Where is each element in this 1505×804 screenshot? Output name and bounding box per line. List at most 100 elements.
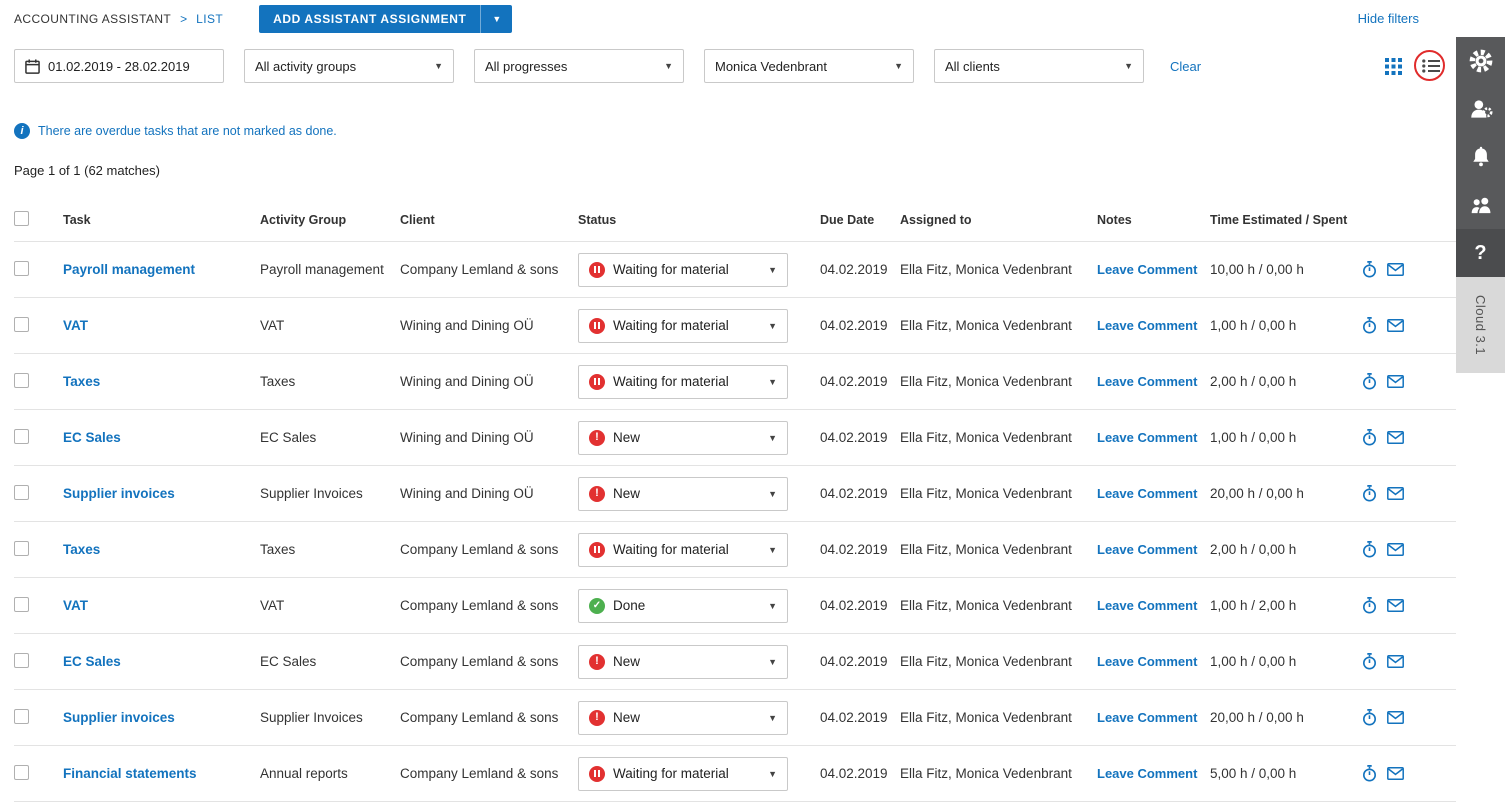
status-dropdown[interactable]: Waiting for material ▼: [578, 533, 788, 567]
status-icon: [589, 598, 605, 614]
mail-icon[interactable]: [1387, 655, 1404, 668]
notifications-bell-icon[interactable]: [1456, 133, 1505, 181]
task-link[interactable]: EC Sales: [63, 654, 121, 669]
table-row: EC Sales EC Sales Company Lemland & sons…: [14, 634, 1456, 690]
timer-icon[interactable]: [1362, 709, 1377, 726]
chevron-down-icon: ▼: [664, 61, 673, 71]
cloud-version-tab[interactable]: Cloud 3.1: [1456, 277, 1505, 373]
row-checkbox[interactable]: [14, 261, 29, 276]
status-icon: [589, 262, 605, 278]
hide-filters-link[interactable]: Hide filters: [1358, 11, 1419, 26]
leave-comment-link[interactable]: Leave Comment: [1097, 262, 1197, 277]
progress-filter[interactable]: All progresses ▼: [474, 49, 684, 83]
mail-icon[interactable]: [1387, 263, 1404, 276]
status-dropdown[interactable]: Waiting for material ▼: [578, 365, 788, 399]
timer-icon[interactable]: [1362, 373, 1377, 390]
breadcrumb-list[interactable]: LIST: [196, 12, 223, 26]
leave-comment-link[interactable]: Leave Comment: [1097, 486, 1197, 501]
mail-icon[interactable]: [1387, 599, 1404, 612]
leave-comment-link[interactable]: Leave Comment: [1097, 430, 1197, 445]
timer-icon[interactable]: [1362, 317, 1377, 334]
task-link[interactable]: EC Sales: [63, 430, 121, 445]
status-label: New: [613, 486, 640, 501]
time-estimated-spent-value: 20,00 h / 0,00 h: [1210, 710, 1362, 725]
task-link[interactable]: Taxes: [63, 542, 100, 557]
status-dropdown[interactable]: Waiting for material ▼: [578, 757, 788, 791]
client-filter[interactable]: All clients ▼: [934, 49, 1144, 83]
status-dropdown[interactable]: Done ▼: [578, 589, 788, 623]
status-icon: [589, 318, 605, 334]
grid-view-icon[interactable]: [1382, 55, 1404, 77]
status-dropdown[interactable]: New ▼: [578, 645, 788, 679]
due-date-value: 04.02.2019: [820, 654, 900, 669]
select-all-checkbox[interactable]: [14, 211, 29, 226]
row-checkbox[interactable]: [14, 373, 29, 388]
assigned-to-value: Ella Fitz, Monica Vedenbrant: [900, 766, 1097, 781]
timer-icon[interactable]: [1362, 485, 1377, 502]
task-link[interactable]: VAT: [63, 598, 88, 613]
client-filter-value: All clients: [945, 59, 1000, 74]
settings-gear-icon[interactable]: [1456, 37, 1505, 85]
mail-icon[interactable]: [1387, 767, 1404, 780]
clients-people-icon[interactable]: [1456, 181, 1505, 229]
leave-comment-link[interactable]: Leave Comment: [1097, 374, 1197, 389]
row-checkbox[interactable]: [14, 765, 29, 780]
clear-filters-link[interactable]: Clear: [1170, 59, 1201, 74]
activity-group-value: Taxes: [260, 374, 400, 389]
row-checkbox[interactable]: [14, 317, 29, 332]
add-assignment-dropdown-caret-icon[interactable]: ▼: [480, 5, 512, 33]
timer-icon[interactable]: [1362, 429, 1377, 446]
leave-comment-link[interactable]: Leave Comment: [1097, 542, 1197, 557]
assignee-filter[interactable]: Monica Vedenbrant ▼: [704, 49, 914, 83]
table-row: Financial statements Annual reports Comp…: [14, 746, 1456, 802]
timer-icon[interactable]: [1362, 541, 1377, 558]
activity-group-value: Supplier Invoices: [260, 486, 400, 501]
activity-group-filter[interactable]: All activity groups ▼: [244, 49, 454, 83]
client-value: Company Lemland & sons: [400, 710, 578, 725]
assigned-to-value: Ella Fitz, Monica Vedenbrant: [900, 710, 1097, 725]
timer-icon[interactable]: [1362, 261, 1377, 278]
row-checkbox[interactable]: [14, 541, 29, 556]
date-range-input[interactable]: 01.02.2019 - 28.02.2019: [14, 49, 224, 83]
mail-icon[interactable]: [1387, 711, 1404, 724]
status-dropdown[interactable]: Waiting for material ▼: [578, 253, 788, 287]
row-checkbox[interactable]: [14, 653, 29, 668]
leave-comment-link[interactable]: Leave Comment: [1097, 710, 1197, 725]
mail-icon[interactable]: [1387, 431, 1404, 444]
task-link[interactable]: Taxes: [63, 374, 100, 389]
user-settings-icon[interactable]: [1456, 85, 1505, 133]
status-dropdown[interactable]: Waiting for material ▼: [578, 309, 788, 343]
add-assistant-assignment-button[interactable]: ADD ASSISTANT ASSIGNMENT ▼: [259, 5, 512, 33]
timer-icon[interactable]: [1362, 597, 1377, 614]
mail-icon[interactable]: [1387, 487, 1404, 500]
list-view-icon[interactable]: [1420, 55, 1442, 77]
time-estimated-spent-value: 1,00 h / 0,00 h: [1210, 318, 1362, 333]
leave-comment-link[interactable]: Leave Comment: [1097, 766, 1197, 781]
task-link[interactable]: Financial statements: [63, 766, 197, 781]
status-dropdown[interactable]: New ▼: [578, 701, 788, 735]
row-checkbox[interactable]: [14, 709, 29, 724]
leave-comment-link[interactable]: Leave Comment: [1097, 654, 1197, 669]
task-link[interactable]: VAT: [63, 318, 88, 333]
row-checkbox[interactable]: [14, 597, 29, 612]
timer-icon[interactable]: [1362, 653, 1377, 670]
table-row: Supplier invoices Supplier Invoices Comp…: [14, 690, 1456, 746]
activity-group-value: Payroll management: [260, 262, 400, 277]
leave-comment-link[interactable]: Leave Comment: [1097, 318, 1197, 333]
breadcrumb-accounting-assistant[interactable]: ACCOUNTING ASSISTANT: [14, 12, 171, 26]
status-label: Waiting for material: [613, 374, 729, 389]
mail-icon[interactable]: [1387, 543, 1404, 556]
timer-icon[interactable]: [1362, 765, 1377, 782]
status-dropdown[interactable]: New ▼: [578, 477, 788, 511]
task-link[interactable]: Supplier invoices: [63, 486, 175, 501]
task-link[interactable]: Payroll management: [63, 262, 195, 277]
row-checkbox[interactable]: [14, 485, 29, 500]
leave-comment-link[interactable]: Leave Comment: [1097, 598, 1197, 613]
mail-icon[interactable]: [1387, 319, 1404, 332]
chevron-down-icon: ▼: [768, 713, 777, 723]
mail-icon[interactable]: [1387, 375, 1404, 388]
help-question-icon[interactable]: ?: [1456, 229, 1505, 277]
status-dropdown[interactable]: New ▼: [578, 421, 788, 455]
row-checkbox[interactable]: [14, 429, 29, 444]
task-link[interactable]: Supplier invoices: [63, 710, 175, 725]
